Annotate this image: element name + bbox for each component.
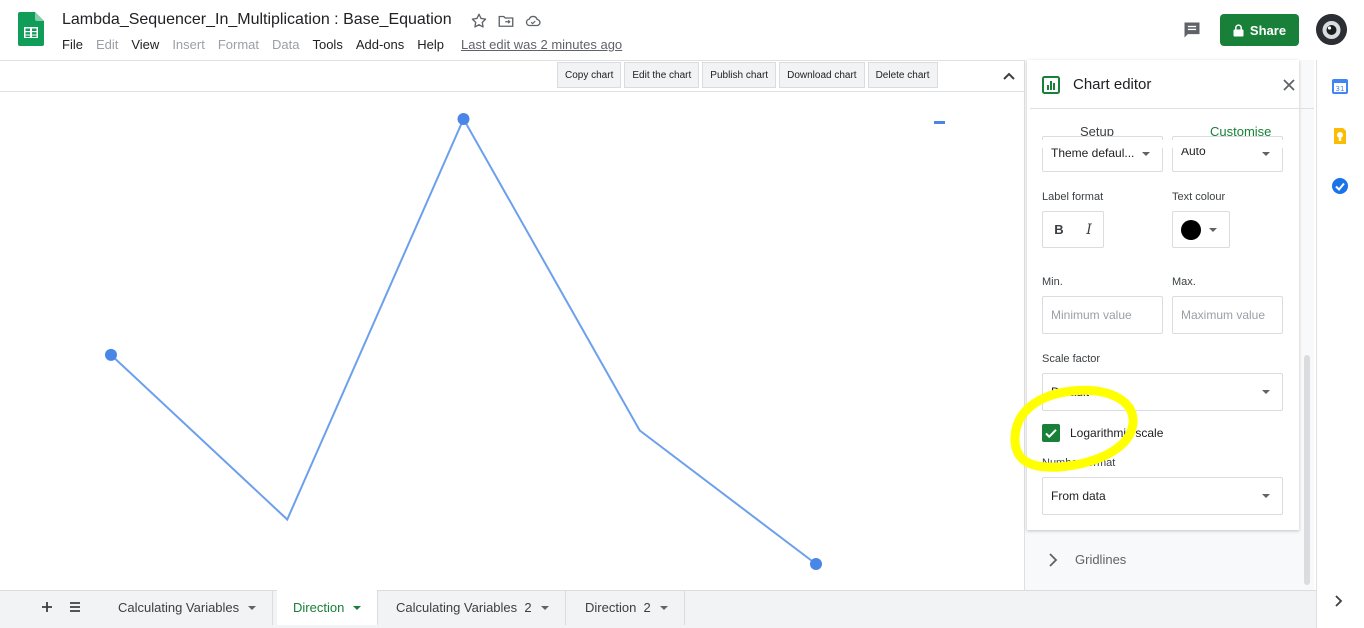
sheet-tab-direction-2[interactable]: Direction 2 — [569, 590, 685, 625]
max-label: Max. — [1172, 276, 1196, 288]
chevron-right-icon — [1049, 553, 1058, 567]
text-colour-label: Text colour — [1172, 191, 1226, 203]
download-chart-button[interactable]: Download chart — [779, 62, 865, 88]
sheet-tab-calculating-variables-2[interactable]: Calculating Variables 2 — [380, 590, 566, 625]
cloud-saved-icon[interactable] — [524, 12, 542, 30]
sheet-tab-label: Calculating Variables 2 — [396, 600, 532, 615]
move-to-folder-icon[interactable] — [497, 12, 515, 30]
min-label: Min. — [1042, 276, 1063, 288]
menu-add-ons[interactable]: Add-ons — [356, 37, 404, 52]
font-family-value: Theme defaul... — [1051, 146, 1135, 160]
chart-toolbar: Copy chart Edit the chart Publish chart … — [557, 62, 938, 88]
share-label: Share — [1249, 22, 1287, 38]
legend-marker — [934, 121, 945, 124]
add-sheet-icon[interactable] — [40, 600, 54, 614]
menu-view[interactable]: View — [131, 37, 159, 52]
menu-format[interactable]: Format — [218, 37, 259, 52]
menu-edit[interactable]: Edit — [96, 37, 118, 52]
star-icon[interactable] — [470, 12, 488, 30]
menu-data[interactable]: Data — [272, 37, 299, 52]
series-line[interactable] — [110, 116, 817, 565]
sheet-menu-caret-icon[interactable] — [540, 605, 549, 610]
menu-insert[interactable]: Insert — [172, 37, 205, 52]
chart-editor-divider — [1030, 108, 1314, 109]
sheet-tab-label: Calculating Variables — [118, 600, 240, 615]
edit-chart-button[interactable]: Edit the chart — [624, 62, 700, 88]
chevron-up-icon[interactable] — [1001, 68, 1017, 84]
sheet-tab-label: Direction 2 — [585, 600, 651, 615]
scroll-clip — [1027, 140, 1299, 148]
all-sheets-icon[interactable] — [68, 600, 82, 614]
sheet-menu-caret-icon[interactable] — [353, 605, 362, 610]
bold-button[interactable]: B — [1054, 222, 1063, 237]
data-point[interactable] — [105, 348, 117, 361]
menu-tools[interactable]: Tools — [312, 37, 342, 52]
number-format-select[interactable]: From data — [1042, 477, 1283, 515]
chart-editor-title: Chart editor — [1073, 76, 1152, 93]
label-format-label: Label format — [1042, 191, 1104, 203]
gridlines-label: Gridlines — [1075, 552, 1127, 567]
max-value-input[interactable]: Maximum value — [1172, 296, 1283, 334]
sheet-menu-caret-icon[interactable] — [248, 605, 257, 610]
editor-scrollbar[interactable] — [1304, 355, 1310, 585]
sheet-tab-calculating-variables[interactable]: Calculating Variables — [102, 590, 274, 625]
sheet-tab-label: Direction — [293, 600, 345, 615]
delete-chart-button[interactable]: Delete chart — [867, 62, 938, 88]
avatar[interactable] — [1316, 14, 1347, 45]
min-value-input[interactable]: Minimum value — [1042, 296, 1163, 334]
colour-swatch — [1181, 219, 1201, 240]
menu-file[interactable]: File — [62, 37, 83, 52]
text-colour-select[interactable] — [1172, 211, 1230, 248]
highlight-annotation — [1010, 385, 1138, 472]
svg-text:31: 31 — [1336, 85, 1345, 93]
data-point[interactable] — [810, 558, 822, 570]
close-icon[interactable] — [1282, 78, 1296, 92]
menu-help[interactable]: Help — [417, 37, 444, 52]
calendar-icon[interactable]: 31 — [1331, 77, 1349, 95]
sheets-logo-icon[interactable] — [18, 12, 44, 46]
comment-history-icon[interactable] — [1182, 20, 1202, 40]
expand-sidebar-icon[interactable] — [1333, 594, 1345, 608]
header-divider — [0, 60, 1024, 61]
scale-factor-label: Scale factor — [1042, 353, 1101, 365]
share-button[interactable]: Share — [1220, 14, 1299, 46]
data-point[interactable] — [457, 113, 470, 125]
number-format-value: From data — [1051, 489, 1106, 503]
sheet-tab-direction[interactable]: Direction — [277, 590, 379, 625]
lock-icon — [1233, 23, 1244, 36]
side-panel — [1316, 60, 1364, 628]
line-chart[interactable] — [0, 92, 1024, 590]
keep-icon[interactable] — [1331, 127, 1349, 145]
chart-icon — [1042, 76, 1060, 94]
last-edit-link[interactable]: Last edit was 2 minutes ago — [461, 37, 622, 52]
document-title[interactable]: Lambda_Sequencer_In_Multiplication : Bas… — [62, 11, 452, 29]
italic-button[interactable]: I — [1086, 222, 1092, 238]
label-format-group: B I — [1042, 211, 1104, 248]
gridlines-section[interactable]: Gridlines — [1027, 540, 1299, 580]
menu-bar: File Edit View Insert Format Data Tools … — [62, 37, 457, 52]
sheet-menu-caret-icon[interactable] — [659, 605, 668, 610]
copy-chart-button[interactable]: Copy chart — [557, 62, 622, 88]
publish-chart-button[interactable]: Publish chart — [702, 62, 777, 88]
tasks-icon[interactable] — [1331, 177, 1349, 195]
